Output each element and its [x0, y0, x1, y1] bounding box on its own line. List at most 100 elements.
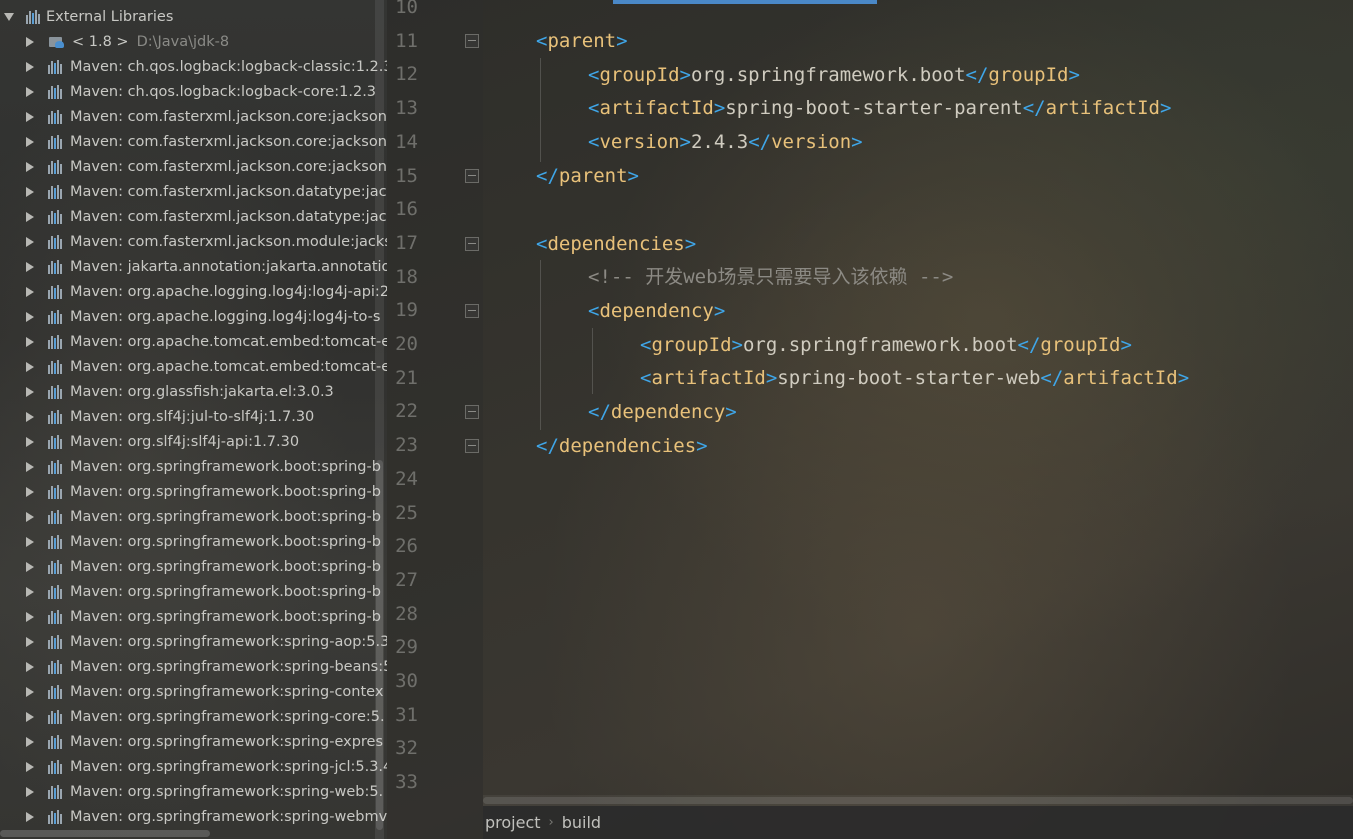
chevron-right-icon[interactable] — [26, 786, 34, 797]
chevron-right-icon[interactable] — [26, 136, 34, 147]
code-line-13[interactable]: <artifactId>spring-boot-starter-parent</… — [588, 91, 1171, 125]
code-line-17[interactable]: <dependencies> — [536, 227, 696, 261]
chevron-right-icon[interactable] — [26, 811, 34, 822]
chevron-right-icon[interactable] — [26, 686, 34, 697]
tree-node-library[interactable]: Maven: org.apache.logging.log4j:log4j-ap… — [0, 279, 387, 304]
indent-guide — [592, 328, 593, 394]
tree-node-library[interactable]: Maven: org.springframework:spring-web:5. — [0, 779, 387, 804]
tree-node-library[interactable]: Maven: org.springframework.boot:spring-b — [0, 604, 387, 629]
tree-node-label: Maven: org.springframework:spring-jcl:5.… — [70, 758, 387, 775]
tree-node-library[interactable]: Maven: org.springframework.boot:spring-b — [0, 504, 387, 529]
chevron-right-icon[interactable] — [26, 436, 34, 447]
chevron-right-icon[interactable] — [26, 111, 34, 122]
chevron-right-icon[interactable] — [26, 461, 34, 472]
code-line-19[interactable]: <dependency> — [588, 294, 725, 328]
tree-node-library[interactable]: Maven: org.glassfish:jakarta.el:3.0.3 — [0, 379, 387, 404]
chevron-right-icon[interactable] — [26, 411, 34, 422]
code-line-21[interactable]: <artifactId>spring-boot-starter-web</art… — [640, 361, 1189, 395]
chevron-right-icon[interactable] — [26, 586, 34, 597]
line-number: 14 — [395, 130, 418, 153]
fold-icon[interactable] — [465, 34, 479, 48]
tree-node-library[interactable]: Maven: com.fasterxml.jackson.datatype:ja… — [0, 204, 387, 229]
tree-node-library[interactable]: Maven: org.springframework.boot:spring-b — [0, 454, 387, 479]
tree-node-library[interactable]: Maven: org.slf4j:slf4j-api:1.7.30 — [0, 429, 387, 454]
tree-node-library[interactable]: Maven: org.springframework:spring-beans:… — [0, 654, 387, 679]
tree-node-library[interactable]: Maven: jakarta.annotation:jakarta.annota… — [0, 254, 387, 279]
tree-node-external-libraries[interactable]: External Libraries — [0, 4, 387, 29]
line-number: 28 — [395, 602, 418, 625]
chevron-right-icon[interactable] — [26, 36, 34, 47]
chevron-right-icon[interactable] — [26, 761, 34, 772]
chevron-right-icon[interactable] — [26, 736, 34, 747]
tree-node-library[interactable]: Maven: com.fasterxml.jackson.core:jackso… — [0, 129, 387, 154]
tree-node-library[interactable]: Maven: com.fasterxml.jackson.core:jackso… — [0, 104, 387, 129]
chevron-right-icon[interactable] — [26, 286, 34, 297]
tree-node-library[interactable]: Maven: org.springframework:spring-expres — [0, 729, 387, 754]
fold-icon[interactable] — [465, 304, 479, 318]
tree-node-label: Maven: org.slf4j:slf4j-api:1.7.30 — [70, 433, 300, 450]
code-line-23[interactable]: </dependencies> — [536, 429, 708, 463]
fold-icon[interactable] — [465, 169, 479, 183]
breadcrumb-item-build[interactable]: build — [562, 813, 601, 832]
chevron-right-icon[interactable] — [26, 236, 34, 247]
tree-node-library[interactable]: Maven: org.springframework:spring-jcl:5.… — [0, 754, 387, 779]
tree-node-library[interactable]: Maven: org.springframework.boot:spring-b — [0, 554, 387, 579]
code-line-20[interactable]: <groupId>org.springframework.boot</group… — [640, 328, 1132, 362]
tree-node-library[interactable]: Maven: org.apache.logging.log4j:log4j-to… — [0, 304, 387, 329]
tree-node-library[interactable]: Maven: org.springframework:spring-aop:5.… — [0, 629, 387, 654]
code-line-22[interactable]: </dependency> — [588, 395, 737, 429]
breadcrumb-item-project[interactable]: project — [485, 813, 541, 832]
code-line-11[interactable]: <parent> — [536, 24, 628, 58]
chevron-right-icon[interactable] — [26, 386, 34, 397]
chevron-right-icon[interactable] — [26, 711, 34, 722]
code-line-15[interactable]: </parent> — [536, 159, 639, 193]
tree-node-library[interactable]: Maven: org.slf4j:jul-to-slf4j:1.7.30 — [0, 404, 387, 429]
code-line-18[interactable]: <!-- 开发web场景只需要导入该依赖 --> — [588, 260, 953, 294]
chevron-right-icon[interactable] — [26, 486, 34, 497]
tree-node-library[interactable]: Maven: org.springframework.boot:spring-b — [0, 479, 387, 504]
chevron-right-icon[interactable] — [26, 161, 34, 172]
chevron-right-icon[interactable] — [26, 211, 34, 222]
tree-horizontal-scrollbar[interactable] — [0, 830, 210, 837]
editor-horizontal-scrollbar[interactable] — [483, 795, 1353, 806]
chevron-right-icon[interactable] — [26, 261, 34, 272]
code-editor[interactable]: 10 11 12 13 14 15 16 17 18 19 20 21 22 23 24 25 26 27 28 29… — [387, 0, 1353, 839]
tree-node-library[interactable]: Maven: org.apache.tomcat.embed:tomcat-e — [0, 354, 387, 379]
tree-node-library[interactable]: Maven: ch.qos.logback:logback-core:1.2.3 — [0, 79, 387, 104]
code-line-14[interactable]: <version>2.4.3</version> — [588, 125, 863, 159]
tree-node-label: Maven: org.springframework.boot:spring-b — [70, 558, 381, 575]
fold-icon[interactable] — [465, 237, 479, 251]
tree-node-library[interactable]: Maven: com.fasterxml.jackson.module:jack… — [0, 229, 387, 254]
tree-node-library[interactable]: Maven: org.springframework:spring-core:5… — [0, 704, 387, 729]
tree-node-label: Maven: com.fasterxml.jackson.datatype:ja… — [70, 208, 387, 225]
chevron-right-icon[interactable] — [26, 311, 34, 322]
chevron-right-icon[interactable] — [26, 536, 34, 547]
chevron-down-icon[interactable] — [4, 12, 14, 21]
line-number: 20 — [395, 333, 418, 355]
tree-node-library[interactable]: Maven: org.springframework.boot:spring-b — [0, 579, 387, 604]
chevron-right-icon[interactable] — [26, 361, 34, 372]
chevron-right-icon[interactable] — [26, 336, 34, 347]
tree-node-library[interactable]: Maven: org.springframework.boot:spring-b — [0, 529, 387, 554]
tree-vertical-scrollbar[interactable] — [375, 0, 384, 839]
tree-node-library[interactable]: Maven: com.fasterxml.jackson.datatype:ja… — [0, 179, 387, 204]
code-line-12[interactable]: <groupId>org.springframework.boot</group… — [588, 58, 1080, 92]
tree-node-jdk[interactable]: < 1.8 > D:\Java\jdk-8 — [0, 29, 387, 54]
chevron-right-icon[interactable] — [26, 86, 34, 97]
tree-node-library[interactable]: Maven: com.fasterxml.jackson.core:jackso… — [0, 154, 387, 179]
tree-node-label: Maven: org.apache.logging.log4j:log4j-to… — [70, 308, 381, 325]
tree-node-library[interactable]: Maven: ch.qos.logback:logback-classic:1.… — [0, 54, 387, 79]
chevron-right-icon[interactable] — [26, 661, 34, 672]
chevron-right-icon[interactable] — [26, 186, 34, 197]
fold-icon[interactable] — [465, 439, 479, 453]
fold-icon[interactable] — [465, 405, 479, 419]
tree-node-library[interactable]: Maven: org.springframework:spring-webmv — [0, 804, 387, 829]
chevron-right-icon[interactable] — [26, 561, 34, 572]
chevron-right-icon[interactable] — [26, 611, 34, 622]
tree-node-label: Maven: org.springframework.boot:spring-b — [70, 483, 381, 500]
tree-node-library[interactable]: Maven: org.apache.tomcat.embed:tomcat-e — [0, 329, 387, 354]
chevron-right-icon[interactable] — [26, 61, 34, 72]
tree-node-library[interactable]: Maven: org.springframework:spring-contex — [0, 679, 387, 704]
chevron-right-icon[interactable] — [26, 636, 34, 647]
chevron-right-icon[interactable] — [26, 511, 34, 522]
